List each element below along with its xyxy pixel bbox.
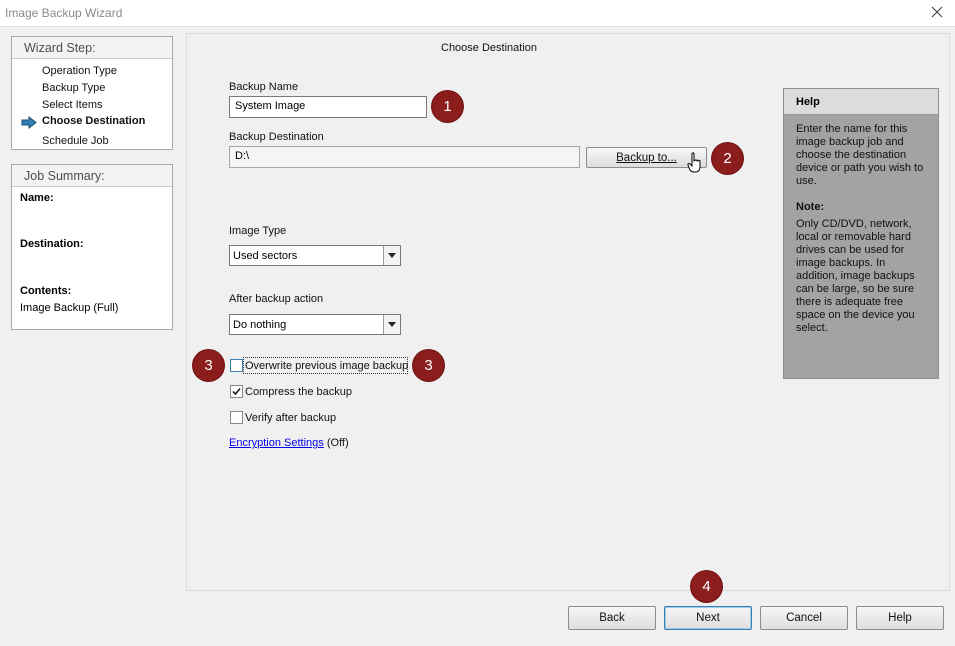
help-note-title: Note: xyxy=(796,201,825,213)
step-operation-type: Operation Type xyxy=(42,65,118,77)
overwrite-checkbox[interactable] xyxy=(230,359,243,372)
job-summary-heading: Job Summary: xyxy=(12,165,172,187)
page-title: Choose Destination xyxy=(441,42,538,54)
summary-contents-value: Image Backup (Full) xyxy=(20,302,119,314)
image-type-value: Used sectors xyxy=(233,250,298,262)
overwrite-label[interactable]: Overwrite previous image backup xyxy=(245,360,408,372)
backup-to-button-label: Backup to... xyxy=(616,152,677,164)
chevron-down-icon xyxy=(388,253,396,258)
step-select-items: Select Items xyxy=(42,99,103,111)
help-text: Enter the name for this image backup job… xyxy=(796,123,924,187)
badge-2: 2 xyxy=(712,143,743,174)
cancel-button[interactable]: Cancel xyxy=(760,606,848,630)
badge-4: 4 xyxy=(691,571,722,602)
help-note-text: Only CD/DVD, network, local or removable… xyxy=(796,218,915,334)
back-button[interactable]: Back xyxy=(568,606,656,630)
compress-label[interactable]: Compress the backup xyxy=(245,386,352,398)
title-bar: Image Backup Wizard xyxy=(0,0,955,27)
verify-checkbox[interactable] xyxy=(230,411,243,424)
help-button[interactable]: Help xyxy=(856,606,944,630)
help-title: Help xyxy=(784,89,938,115)
step-choose-destination: Choose Destination xyxy=(42,115,146,127)
compress-checkbox[interactable] xyxy=(230,385,243,398)
after-backup-action-label: After backup action xyxy=(229,293,324,305)
chevron-down-icon xyxy=(388,322,396,327)
step-backup-type: Backup Type xyxy=(42,82,106,94)
badge-1: 1 xyxy=(432,91,463,122)
encryption-settings-link[interactable]: Encryption Settings xyxy=(229,437,324,449)
next-button[interactable]: Next xyxy=(664,606,752,630)
wizard-step-heading: Wizard Step: xyxy=(12,37,172,59)
summary-name-label: Name: xyxy=(20,192,54,204)
wizard-step-panel: Wizard Step: Operation Type Backup Type … xyxy=(11,36,173,150)
job-summary-panel: Job Summary: Name: Destination: Contents… xyxy=(11,164,173,330)
encryption-status: (Off) xyxy=(326,437,349,449)
backup-name-input[interactable]: System Image xyxy=(229,96,427,118)
image-type-dropdown-button[interactable] xyxy=(383,246,400,265)
window-title: Image Backup Wizard xyxy=(5,6,123,20)
step-schedule-job: Schedule Job xyxy=(42,135,109,147)
image-type-select[interactable]: Used sectors xyxy=(229,245,401,266)
summary-destination-label: Destination: xyxy=(20,238,84,250)
after-backup-action-select[interactable]: Do nothing xyxy=(229,314,401,335)
verify-label[interactable]: Verify after backup xyxy=(245,412,336,424)
mouse-cursor-icon xyxy=(687,152,701,173)
current-step-arrow-icon xyxy=(21,116,37,129)
after-backup-action-dropdown-button[interactable] xyxy=(383,315,400,334)
checkmark-icon xyxy=(232,387,241,396)
badge-3-right: 3 xyxy=(413,350,444,381)
summary-contents-label: Contents: xyxy=(20,285,72,297)
backup-destination-label: Backup Destination xyxy=(229,131,324,143)
badge-3-left: 3 xyxy=(193,350,224,381)
help-panel: Help Enter the name for this image backu… xyxy=(783,88,939,379)
backup-destination-field: D:\ xyxy=(229,146,580,168)
encryption-row: Encryption Settings (Off) xyxy=(229,437,349,449)
backup-name-label: Backup Name xyxy=(229,81,299,93)
after-backup-action-value: Do nothing xyxy=(233,319,287,331)
close-icon[interactable] xyxy=(929,4,945,20)
image-type-label: Image Type xyxy=(229,225,287,237)
